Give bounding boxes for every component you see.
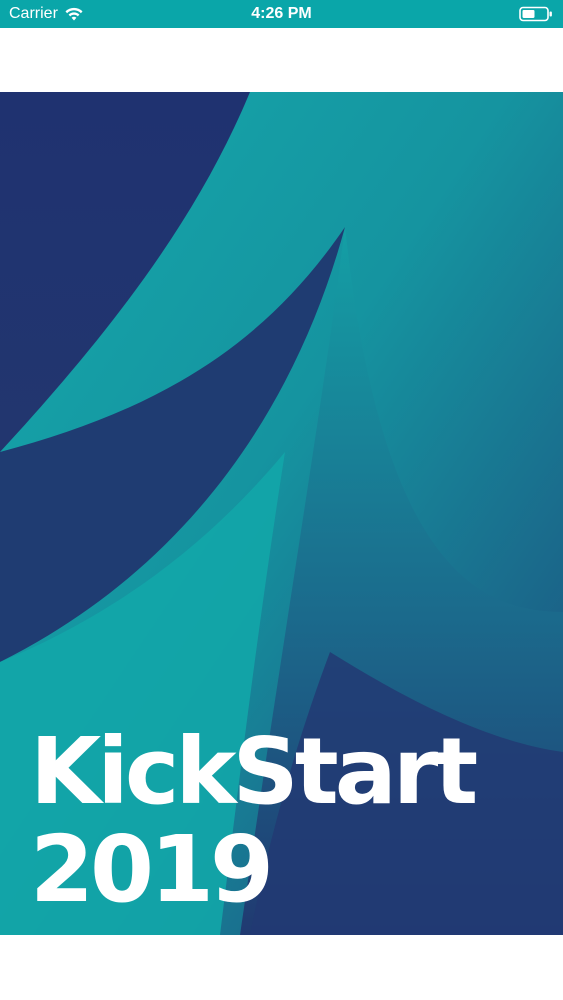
clock: 4:26 PM <box>251 5 312 22</box>
bottom-spacer <box>0 935 563 1000</box>
hero-year: 2019 <box>30 816 274 923</box>
status-bar: Carrier 4:26 PM <box>0 0 563 28</box>
hero-banner: KickStart 2019 <box>0 92 563 935</box>
status-right <box>519 6 553 27</box>
hero-title: KickStart <box>30 718 478 825</box>
battery-icon <box>519 6 552 22</box>
top-spacer <box>0 28 563 92</box>
